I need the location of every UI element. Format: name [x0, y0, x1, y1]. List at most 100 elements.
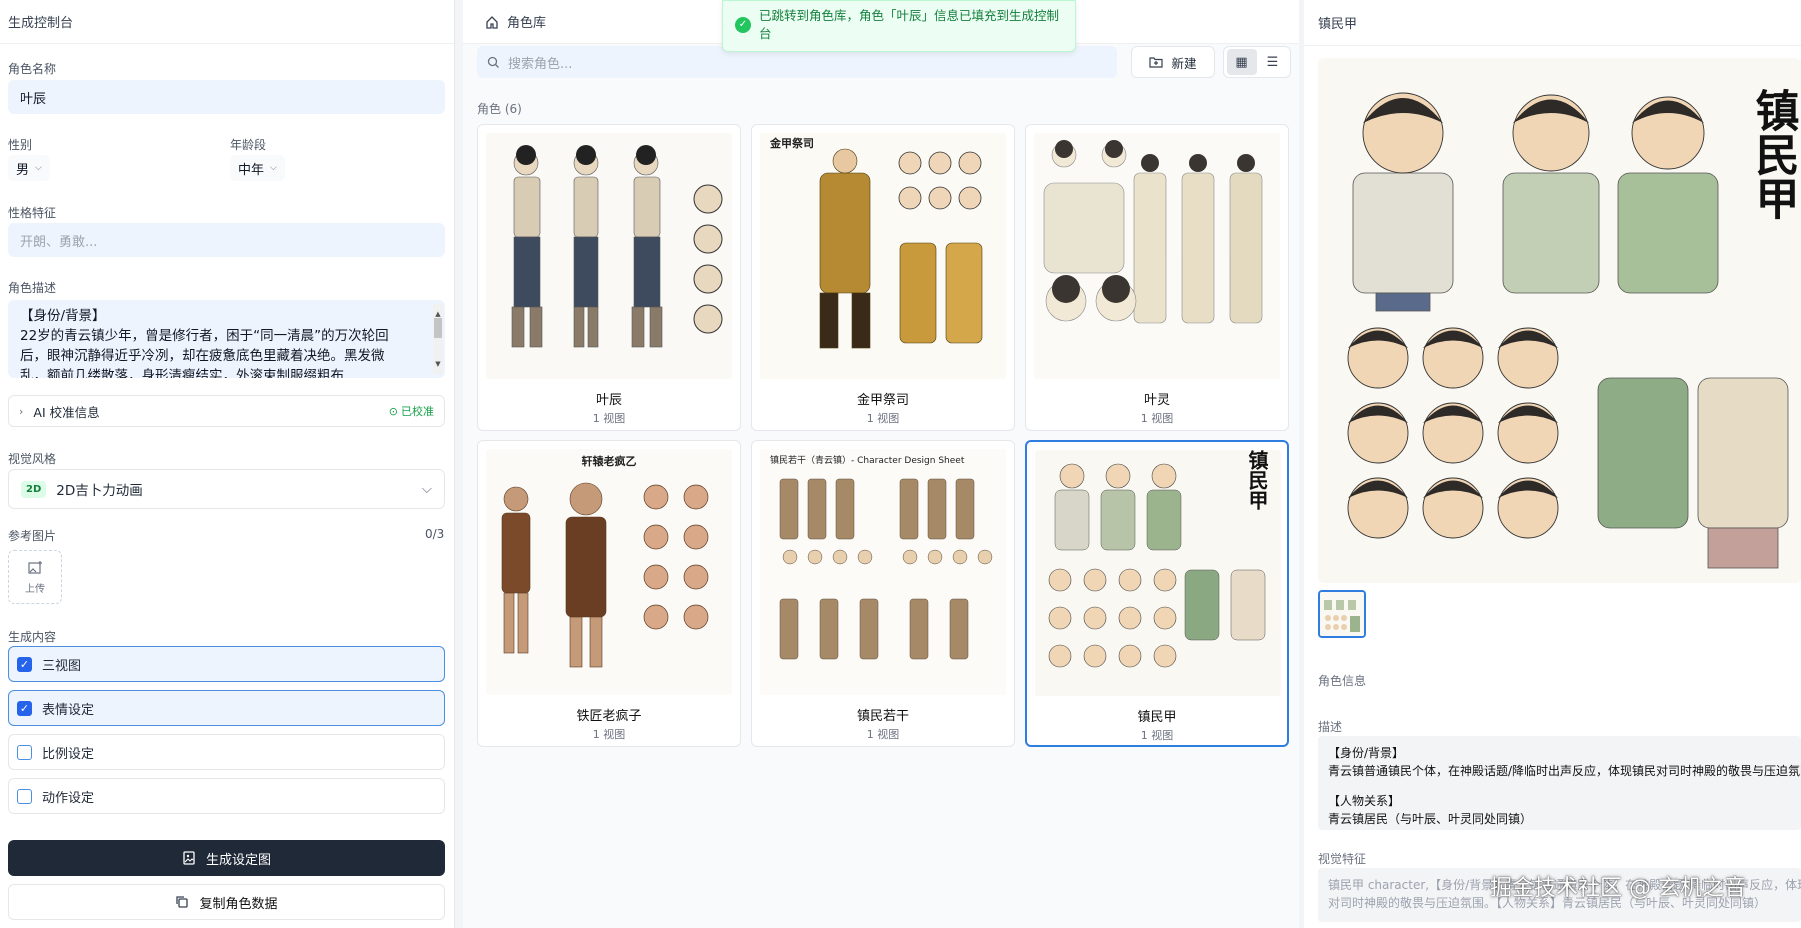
chevron-down-icon: ⌵ [270, 163, 277, 173]
character-views: 1 视图 [866, 728, 900, 741]
character-card[interactable]: 金甲祭司 金甲祭司 1 视图 [751, 124, 1015, 431]
new-label: 新建 [1171, 55, 1197, 71]
checkbox-checked-icon[interactable]: ✓ [17, 656, 32, 672]
search-icon [487, 56, 499, 68]
generate-sheet-button[interactable]: 生成设定图 [8, 840, 445, 876]
description-label: 角色描述 [8, 281, 57, 295]
view-thumbnail[interactable] [1318, 590, 1366, 638]
card-sheet-title: 轩辕老疯乙 [582, 454, 637, 468]
copy-character-button[interactable]: 复制角色数据 [8, 884, 445, 920]
character-views: 1 视图 [592, 412, 626, 425]
library-title: 角色库 [507, 16, 547, 31]
calibrated-badge: ⊙ 已校准 [389, 403, 434, 419]
character-name: 金甲祭司 [856, 393, 909, 408]
desc-line: 【身份/背景】 [1328, 746, 1405, 760]
character-name: 铁匠老疯子 [576, 709, 642, 724]
copy-icon [176, 896, 189, 908]
character-card-selected[interactable]: 镇民甲 镇民甲 1 视图 [1025, 440, 1289, 747]
generation-console-panel: 生成控制台 角色名称 叶辰 性别 男 ⌵ 年龄段 中年 ⌵ 性格特征 开朗、勇敢… [0, 0, 455, 928]
card-sheet-title: 镇民若干（青云镇）- Character Design Sheet [770, 454, 965, 466]
list-view-icon[interactable]: ☰ [1258, 49, 1288, 75]
character-thumbnail [1034, 133, 1280, 379]
search-placeholder: 搜索角色... [508, 56, 573, 72]
character-thumbnail: 镇民若干（青云镇）- Character Design Sheet [760, 449, 1006, 695]
style-label: 视觉风格 [8, 452, 57, 466]
personality-label: 性格特征 [8, 206, 57, 220]
character-thumbnail: 轩辕老疯乙 [486, 449, 732, 695]
copy-label: 复制角色数据 [199, 896, 278, 912]
scroll-down-icon[interactable]: ▼ [433, 354, 443, 374]
upload-button[interactable]: 上传 [8, 550, 62, 604]
card-sheet-title: 镇民甲 [1245, 450, 1269, 511]
character-card[interactable]: 轩辕老疯乙 铁匠老疯子 1 视图 [477, 440, 741, 747]
character-sheet-image: 镇民甲 [1318, 58, 1801, 583]
detail-title: 镇民甲 [1304, 0, 1801, 46]
character-thumbnail: 镇民甲 [1035, 450, 1281, 696]
desc-line: 【身份/背景】 [20, 308, 106, 324]
gender-value: 男 [16, 162, 30, 178]
success-toast: ✓ 已跳转到角色库，角色「叶辰」信息已填充到生成控制台 [722, 0, 1076, 52]
option-action[interactable]: 动作设定 [8, 778, 445, 814]
checkbox-checked-icon[interactable]: ✓ [17, 700, 32, 716]
character-name: 镇民若干 [856, 709, 909, 724]
character-name: 镇民甲 [1137, 710, 1177, 725]
gender-select[interactable]: 男 ⌵ [8, 155, 50, 181]
check-circle-icon: ⊙ [388, 404, 398, 418]
age-value: 中年 [238, 162, 265, 178]
new-character-button[interactable]: 新建 [1131, 46, 1215, 78]
desc-line: 青云镇普通镇民个体，在神殿话题/降临时出声反应，体现镇民对司时神殿的敬畏与压迫氛… [1328, 764, 1801, 778]
app-root: 生成控制台 角色名称 叶辰 性别 男 ⌵ 年龄段 中年 ⌵ 性格特征 开朗、勇敢… [0, 0, 1801, 928]
checkbox-icon[interactable] [17, 744, 32, 760]
character-count: 角色 (6) [477, 102, 522, 116]
desc-line: 乱，额前几缕散落，身形清瘦结实，外滚束制服缀粗布 [20, 368, 344, 378]
age-label: 年龄段 [230, 138, 267, 152]
character-card[interactable]: 镇民若干（青云镇）- Character Design Sheet 镇民若干 1… [751, 440, 1015, 747]
character-thumbnail [486, 133, 732, 379]
grid-view-icon[interactable]: ▦ [1226, 49, 1257, 75]
character-views: 1 视图 [1140, 412, 1174, 425]
character-views: 1 视图 [866, 412, 900, 425]
option-expression[interactable]: ✓ 表情设定 [8, 690, 445, 726]
character-library-panel: 角色库 搜索角色... 新建 ▦ ☰ 角色 (6) 叶辰 1 视图 金甲祭司 金… [463, 0, 1299, 928]
option-label: 动作设定 [42, 790, 95, 806]
reference-label: 参考图片 [8, 529, 57, 543]
watermark-text: 掘金技术社区 @ 玄机之音 [1490, 876, 1746, 901]
character-detail-panel: 镇民甲 镇民甲 角色信息 描述 【身份/背景】 青云镇普通镇民个体，在神殿话题/… [1304, 0, 1801, 928]
calibrated-text: 已校准 [401, 405, 434, 418]
style-value: 2D吉卜力动画 [56, 483, 143, 499]
description-label: 描述 [1318, 720, 1343, 734]
personality-input[interactable]: 开朗、勇敢... [8, 223, 445, 257]
ai-calibration-collapse[interactable]: › AI 校准信息 ⊙ 已校准 [8, 395, 445, 427]
image-file-icon [183, 851, 195, 865]
option-three-view[interactable]: ✓ 三视图 [8, 646, 445, 682]
chevron-right-icon: › [19, 404, 24, 418]
chevron-down-icon: ⌵ [421, 481, 432, 497]
character-name: 叶灵 [1143, 393, 1170, 408]
character-card[interactable]: 叶灵 1 视图 [1025, 124, 1289, 431]
character-thumbnail: 金甲祭司 [760, 133, 1006, 379]
option-label: 表情设定 [42, 702, 95, 718]
character-views: 1 视图 [1140, 729, 1174, 742]
visual-feature-label: 视觉特征 [1318, 852, 1367, 866]
scroll-thumb[interactable] [434, 318, 442, 338]
textarea-scrollbar[interactable]: ▲ ▼ [433, 304, 443, 374]
generate-content-label: 生成内容 [8, 630, 57, 644]
gender-label: 性别 [8, 138, 33, 152]
checkbox-icon[interactable] [17, 788, 32, 804]
desc-line: 后，眼神沉静得近乎冷冽，却在疲惫底色里藏着决绝。黑发微 [20, 348, 385, 364]
desc-line: 【人物关系】 [1328, 794, 1401, 808]
age-select[interactable]: 中年 ⌵ [230, 155, 285, 181]
reference-count: 0/3 [425, 527, 445, 541]
option-proportion[interactable]: 比例设定 [8, 734, 445, 770]
check-circle-icon: ✓ [735, 17, 751, 33]
option-label: 三视图 [42, 658, 82, 674]
name-input[interactable]: 叶辰 [8, 80, 445, 114]
description-textarea[interactable]: 【身份/背景】 22岁的青云镇少年，曾是修行者，困于“同一清晨”的万次轮回 后，… [8, 300, 445, 378]
view-toggle: ▦ ☰ [1223, 46, 1291, 78]
sheet-title: 镇民甲 [1748, 88, 1800, 220]
visual-style-select[interactable]: 2D 2D吉卜力动画 ⌵ [8, 469, 445, 509]
desc-line: 22岁的青云镇少年，曾是修行者，困于“同一清晨”的万次轮回 [20, 328, 389, 344]
description-box: 【身份/背景】 青云镇普通镇民个体，在神殿话题/降临时出声反应，体现镇民对司时神… [1318, 736, 1801, 830]
name-label: 角色名称 [8, 62, 57, 76]
character-card[interactable]: 叶辰 1 视图 [477, 124, 741, 431]
